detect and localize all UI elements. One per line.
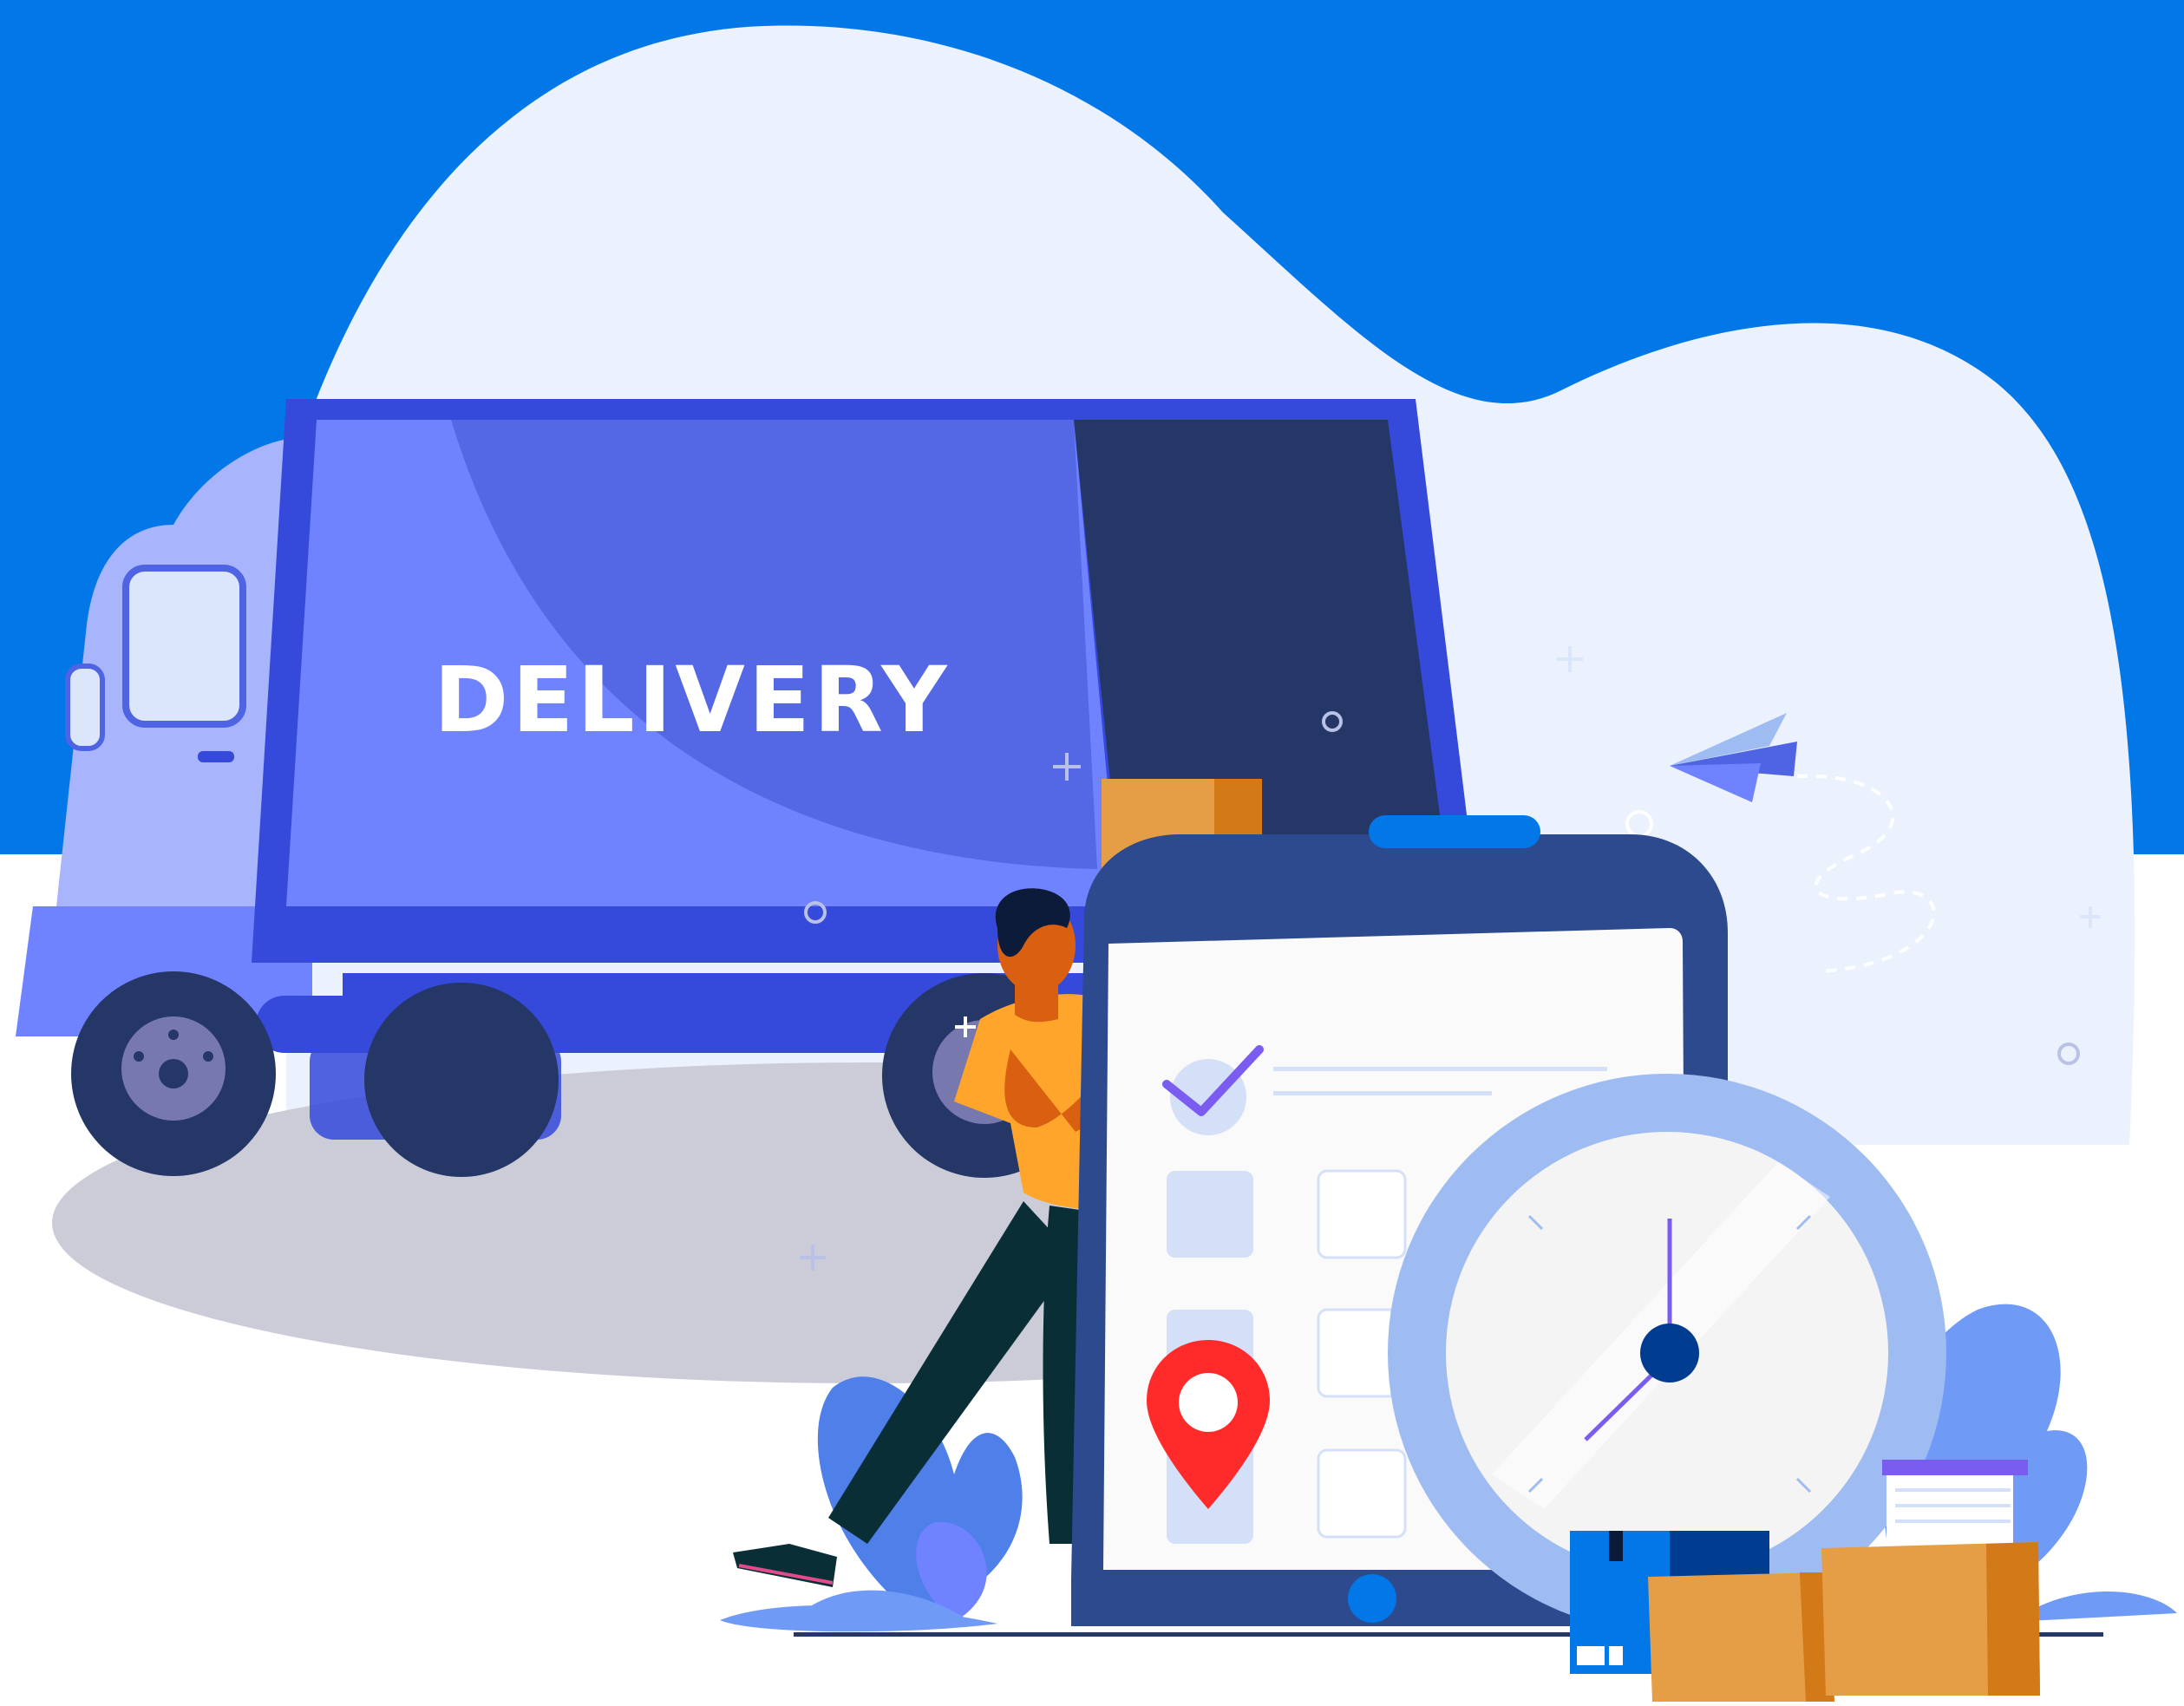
checkbox-empty-3 bbox=[1317, 1448, 1407, 1539]
side-mirror bbox=[65, 663, 105, 751]
middle-wheel bbox=[364, 983, 559, 1177]
delivery-illustration: DELIVERY bbox=[0, 0, 2184, 1702]
cab-window bbox=[122, 565, 246, 728]
box-orange-left bbox=[1648, 1572, 1834, 1702]
front-wheel bbox=[71, 971, 276, 1176]
checkbox-empty-1 bbox=[1317, 1169, 1407, 1259]
door-handle bbox=[198, 751, 234, 762]
book-stack bbox=[1882, 1460, 2028, 1553]
tablet-home-button bbox=[1348, 1574, 1396, 1623]
truck-label: DELIVERY bbox=[434, 647, 951, 753]
checkbox-filled-1 bbox=[1167, 1171, 1253, 1258]
box-orange-right bbox=[1821, 1542, 2040, 1696]
tablet-top-bar bbox=[1369, 815, 1540, 848]
